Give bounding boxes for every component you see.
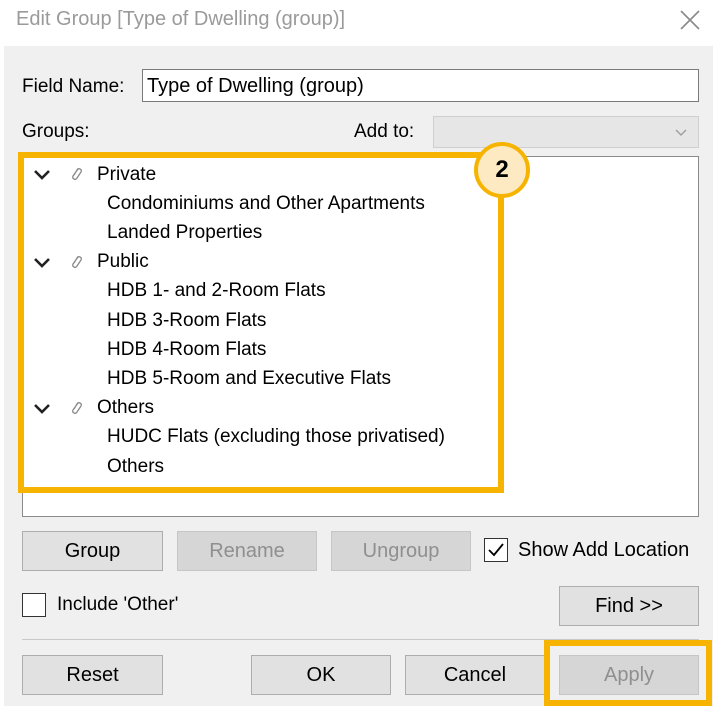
show-add-location-label: Show Add Location: [518, 539, 690, 561]
group-button[interactable]: Group: [22, 531, 163, 571]
ungroup-button[interactable]: Ungroup: [331, 531, 471, 571]
show-add-location-checkbox[interactable]: [484, 538, 508, 562]
close-icon: [680, 10, 700, 30]
chevron-down-icon[interactable]: [33, 168, 51, 182]
title-bar: Edit Group [Type of Dwelling (group)]: [0, 0, 717, 44]
add-to-label: Add to:: [354, 121, 415, 142]
find-button[interactable]: Find >>: [559, 586, 699, 626]
paperclip-icon: [72, 401, 82, 414]
chevron-down-icon: [675, 129, 687, 137]
tree-group-others[interactable]: Others: [97, 394, 154, 423]
tree-item[interactable]: Landed Properties: [107, 218, 262, 247]
field-name-label: Field Name:: [22, 76, 125, 97]
tree-item[interactable]: HUDC Flats (excluding those privatised): [107, 423, 445, 452]
paperclip-icon: [72, 255, 82, 268]
tree-item[interactable]: Others: [107, 452, 164, 481]
rename-button[interactable]: Rename: [177, 531, 317, 571]
chevron-down-icon[interactable]: [33, 402, 51, 416]
tree-item[interactable]: Condominiums and Other Apartments: [107, 189, 425, 218]
tree-item[interactable]: HDB 5-Room and Executive Flats: [107, 364, 391, 393]
reset-button[interactable]: Reset: [22, 655, 163, 695]
field-name-input[interactable]: Type of Dwelling (group): [142, 69, 699, 102]
add-to-dropdown[interactable]: [433, 116, 699, 148]
close-button[interactable]: [672, 4, 708, 36]
tree-group-public[interactable]: Public: [97, 248, 149, 277]
chevron-down-icon[interactable]: [33, 256, 51, 270]
annotation-badge: 2: [474, 142, 530, 198]
separator: [22, 639, 699, 640]
paperclip-icon: [72, 168, 82, 180]
ok-button[interactable]: OK: [251, 655, 391, 695]
apply-button[interactable]: Apply: [559, 655, 699, 695]
dialog-title: Edit Group [Type of Dwelling (group)]: [16, 8, 346, 30]
include-other-checkbox[interactable]: [22, 593, 46, 617]
include-other-label: Include 'Other': [57, 594, 179, 615]
tree-item[interactable]: HDB 3-Room Flats: [107, 306, 266, 335]
groups-label: Groups:: [22, 121, 90, 142]
tree-item[interactable]: HDB 1- and 2-Room Flats: [107, 277, 326, 306]
tree-group-private[interactable]: Private: [97, 160, 156, 189]
cancel-button[interactable]: Cancel: [405, 655, 545, 695]
checkmark-icon: [488, 543, 504, 557]
tree-item[interactable]: HDB 4-Room Flats: [107, 335, 266, 364]
